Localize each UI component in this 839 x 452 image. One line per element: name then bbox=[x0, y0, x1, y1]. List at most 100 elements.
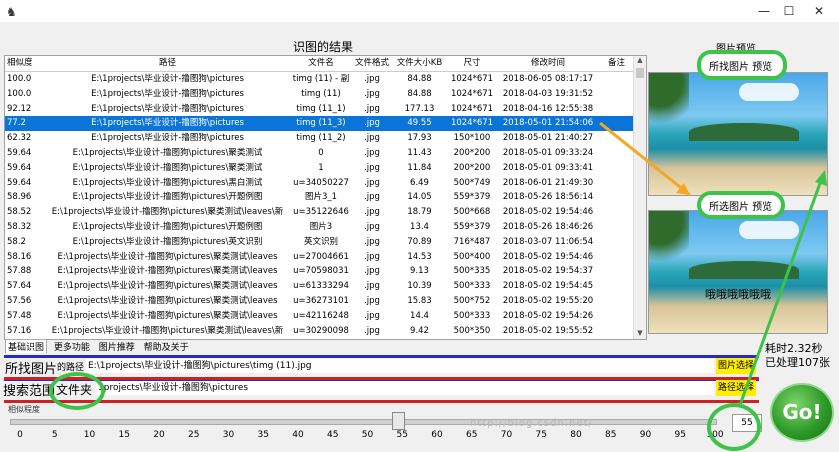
scroll-thumb[interactable] bbox=[636, 68, 644, 78]
table-cell: 2018-03-07 11:06:54 bbox=[502, 236, 594, 247]
table-row[interactable]: 59.64 E:\1projects\毕业设计-撸图狗\pictures\聚类测试… bbox=[5, 161, 634, 176]
table-cell: 2018-05-01 21:54:06 bbox=[502, 118, 594, 129]
table-cell: 57.16 bbox=[7, 325, 32, 336]
table-cell: u=30290098 bbox=[293, 325, 349, 336]
results-table[interactable]: 相似度 路径 文件名 文件格式 文件大小KB 尺寸 修改时间 备注 100.0 E:\1proj… bbox=[4, 55, 647, 340]
table-cell: E:\1projects\毕业设计-撸图狗\pictures\聚类测试\leav… bbox=[57, 281, 278, 292]
table-cell: 2018-05-02 19:54:46 bbox=[502, 207, 594, 218]
table-cell: 2018-05-01 09:33:24 bbox=[502, 148, 594, 158]
table-cell: 59.64 bbox=[7, 148, 32, 158]
table-cell: 177.13 bbox=[404, 103, 435, 114]
results-title: 识图的结果 bbox=[290, 38, 357, 55]
slider-tick-label: 45 bbox=[327, 430, 339, 440]
table-cell: u=27004661 bbox=[293, 251, 349, 262]
table-cell bbox=[599, 190, 634, 205]
table-row[interactable]: 57.64 E:\1projects\毕业设计-撸图狗\pictures\聚类测试… bbox=[5, 279, 634, 294]
column-header[interactable]: 修改时间 bbox=[497, 56, 599, 71]
table-row[interactable]: 58.2 E:\1projects\毕业设计-撸图狗\pictures\英文识别 英… bbox=[5, 235, 634, 250]
column-header[interactable]: 尺寸 bbox=[447, 56, 497, 71]
similarity-slider-thumb[interactable] bbox=[391, 412, 405, 430]
table-cell bbox=[599, 220, 634, 235]
selected-image-preview bbox=[648, 210, 828, 334]
table-row[interactable]: 77.2 E:\1projects\毕业设计-撸图狗\pictures timg (… bbox=[5, 116, 634, 131]
image-select-button[interactable]: 图片选择 bbox=[716, 358, 756, 374]
table-row[interactable]: 59.64 E:\1projects\毕业设计-撸图狗\pictures\聚类测试… bbox=[5, 146, 634, 161]
table-row[interactable]: 58.32 E:\1projects\毕业设计-撸图狗\pictures\开题例图… bbox=[5, 220, 634, 235]
column-header[interactable]: 文件名 bbox=[290, 56, 352, 71]
table-cell: 2018-05-02 19:55:52 bbox=[502, 325, 594, 336]
preview-palm bbox=[649, 73, 689, 133]
table-cell: .jpg bbox=[364, 296, 380, 306]
table-row[interactable]: 100.0 E:\1projects\毕业设计-撸图狗\pictures timg … bbox=[5, 72, 634, 87]
path-select-button[interactable]: 路径选择 bbox=[716, 380, 756, 396]
table-cell: 58.96 bbox=[7, 192, 32, 203]
slider-tick-label: 25 bbox=[188, 430, 200, 440]
table-cell: 57.56 bbox=[7, 296, 32, 306]
close-button[interactable]: ✕ bbox=[805, 2, 833, 20]
table-cell: 图片3_1 bbox=[304, 192, 338, 203]
column-header[interactable]: 相似度 bbox=[7, 56, 45, 71]
table-row[interactable]: 59.64 E:\1projects\毕业设计-撸图狗\pictures\黑白测试… bbox=[5, 176, 634, 191]
tab-recommend[interactable]: 图片推荐 bbox=[97, 340, 137, 353]
column-header[interactable]: 路径 bbox=[45, 56, 290, 71]
table-row[interactable]: 58.16 E:\1projects\毕业设计-撸图狗\pictures\聚类测试… bbox=[5, 250, 634, 265]
table-row[interactable]: 57.88 E:\1projects\毕业设计-撸图狗\pictures\聚类测试… bbox=[5, 264, 634, 279]
slider-tick-label: 70 bbox=[500, 430, 513, 440]
tab-help[interactable]: 帮助及关于 bbox=[142, 340, 191, 353]
table-cell: 2018-05-02 19:55:20 bbox=[502, 296, 594, 306]
table-cell: E:\1projects\毕业设计-撸图狗\pictures\开题例图 bbox=[72, 222, 263, 232]
selected-preview-label-text: 所选图片 预览 bbox=[709, 202, 773, 213]
table-row[interactable]: 58.52 E:\1projects\毕业设计-撸图狗\pictures\聚类测试… bbox=[5, 205, 634, 220]
table-cell: timg (11_2) bbox=[296, 133, 346, 144]
table-cell: .jpg bbox=[364, 133, 380, 144]
slider-tick-label: 85 bbox=[605, 430, 617, 440]
table-row[interactable]: 57.48 E:\1projects\毕业设计-撸图狗\pictures\聚类测试… bbox=[5, 309, 634, 324]
similarity-slider-track[interactable] bbox=[10, 419, 717, 425]
table-cell: .jpg bbox=[364, 177, 380, 188]
image-path-input[interactable]: E:\1projects\毕业设计-撸图狗\pictures\timg (11)… bbox=[86, 359, 714, 373]
table-cell bbox=[599, 161, 634, 176]
table-cell: 17.93 bbox=[407, 133, 432, 144]
column-header[interactable]: 备注 bbox=[599, 56, 634, 71]
scroll-up-icon[interactable]: ▲ bbox=[636, 56, 644, 66]
scroll-down-icon[interactable]: ▼ bbox=[636, 329, 644, 339]
table-cell: 500*400 bbox=[453, 251, 491, 262]
table-cell bbox=[599, 87, 634, 102]
table-cell: E:\1projects\毕业设计-撸图狗\pictures bbox=[91, 103, 244, 114]
table-row[interactable]: 57.56 E:\1projects\毕业设计-撸图狗\pictures\聚类测试… bbox=[5, 294, 634, 309]
search-path-input[interactable]: 1projects\毕业设计-撸图狗\pictures bbox=[96, 381, 714, 395]
table-cell: 500*350 bbox=[453, 325, 491, 336]
found-preview-label-text: 所找图片 预览 bbox=[709, 62, 773, 73]
table-cell: 15.83 bbox=[407, 296, 432, 306]
table-cell: E:\1projects\毕业设计-撸图狗\pictures bbox=[91, 88, 244, 99]
table-row[interactable]: 62.32 E:\1projects\毕业设计-撸图狗\pictures timg … bbox=[5, 131, 634, 146]
tab-basic[interactable]: 基础识图 bbox=[5, 339, 48, 353]
title-bar: ♞ — ☐ ✕ bbox=[0, 0, 839, 23]
slider-tick-label: 80 bbox=[570, 430, 582, 440]
table-cell bbox=[599, 309, 634, 324]
tab-more[interactable]: 更多功能 bbox=[52, 340, 92, 353]
go-button[interactable]: Go! bbox=[770, 383, 834, 442]
table-cell: .jpg bbox=[364, 207, 380, 218]
table-cell: 559*379 bbox=[453, 192, 491, 203]
table-cell: .jpg bbox=[364, 222, 380, 232]
table-row[interactable]: 57.16 E:\1projects\毕业设计-撸图狗\pictures\聚类测试… bbox=[5, 324, 634, 339]
table-row[interactable]: 92.12 E:\1projects\毕业设计-撸图狗\pictures timg … bbox=[5, 102, 634, 117]
table-scrollbar[interactable]: ▲ ▼ bbox=[633, 56, 646, 339]
minimize-button[interactable]: — bbox=[750, 2, 778, 20]
maximize-button[interactable]: ☐ bbox=[775, 2, 803, 20]
table-row[interactable]: 58.96 E:\1projects\毕业设计-撸图狗\pictures\开题例图… bbox=[5, 190, 634, 205]
column-header[interactable]: 文件大小KB bbox=[392, 56, 447, 71]
table-cell: E:\1projects\毕业设计-撸图狗\pictures\英文识别 bbox=[72, 236, 263, 247]
slider-tick-label: 60 bbox=[431, 430, 443, 440]
table-cell: 59.64 bbox=[7, 177, 32, 188]
watermark: http://blog.csdn.net/ bbox=[470, 418, 593, 429]
table-cell: .jpg bbox=[364, 103, 380, 114]
table-cell: timg (11) - 副 bbox=[292, 74, 350, 84]
found-preview-label: 所找图片 预览 bbox=[697, 50, 787, 80]
slider-tick-label: 30 bbox=[222, 430, 235, 440]
table-cell: u=34050227 bbox=[293, 177, 349, 188]
table-cell bbox=[599, 176, 634, 191]
table-row[interactable]: 100.0 E:\1projects\毕业设计-撸图狗\pictures timg … bbox=[5, 87, 634, 102]
column-header[interactable]: 文件格式 bbox=[352, 56, 392, 71]
